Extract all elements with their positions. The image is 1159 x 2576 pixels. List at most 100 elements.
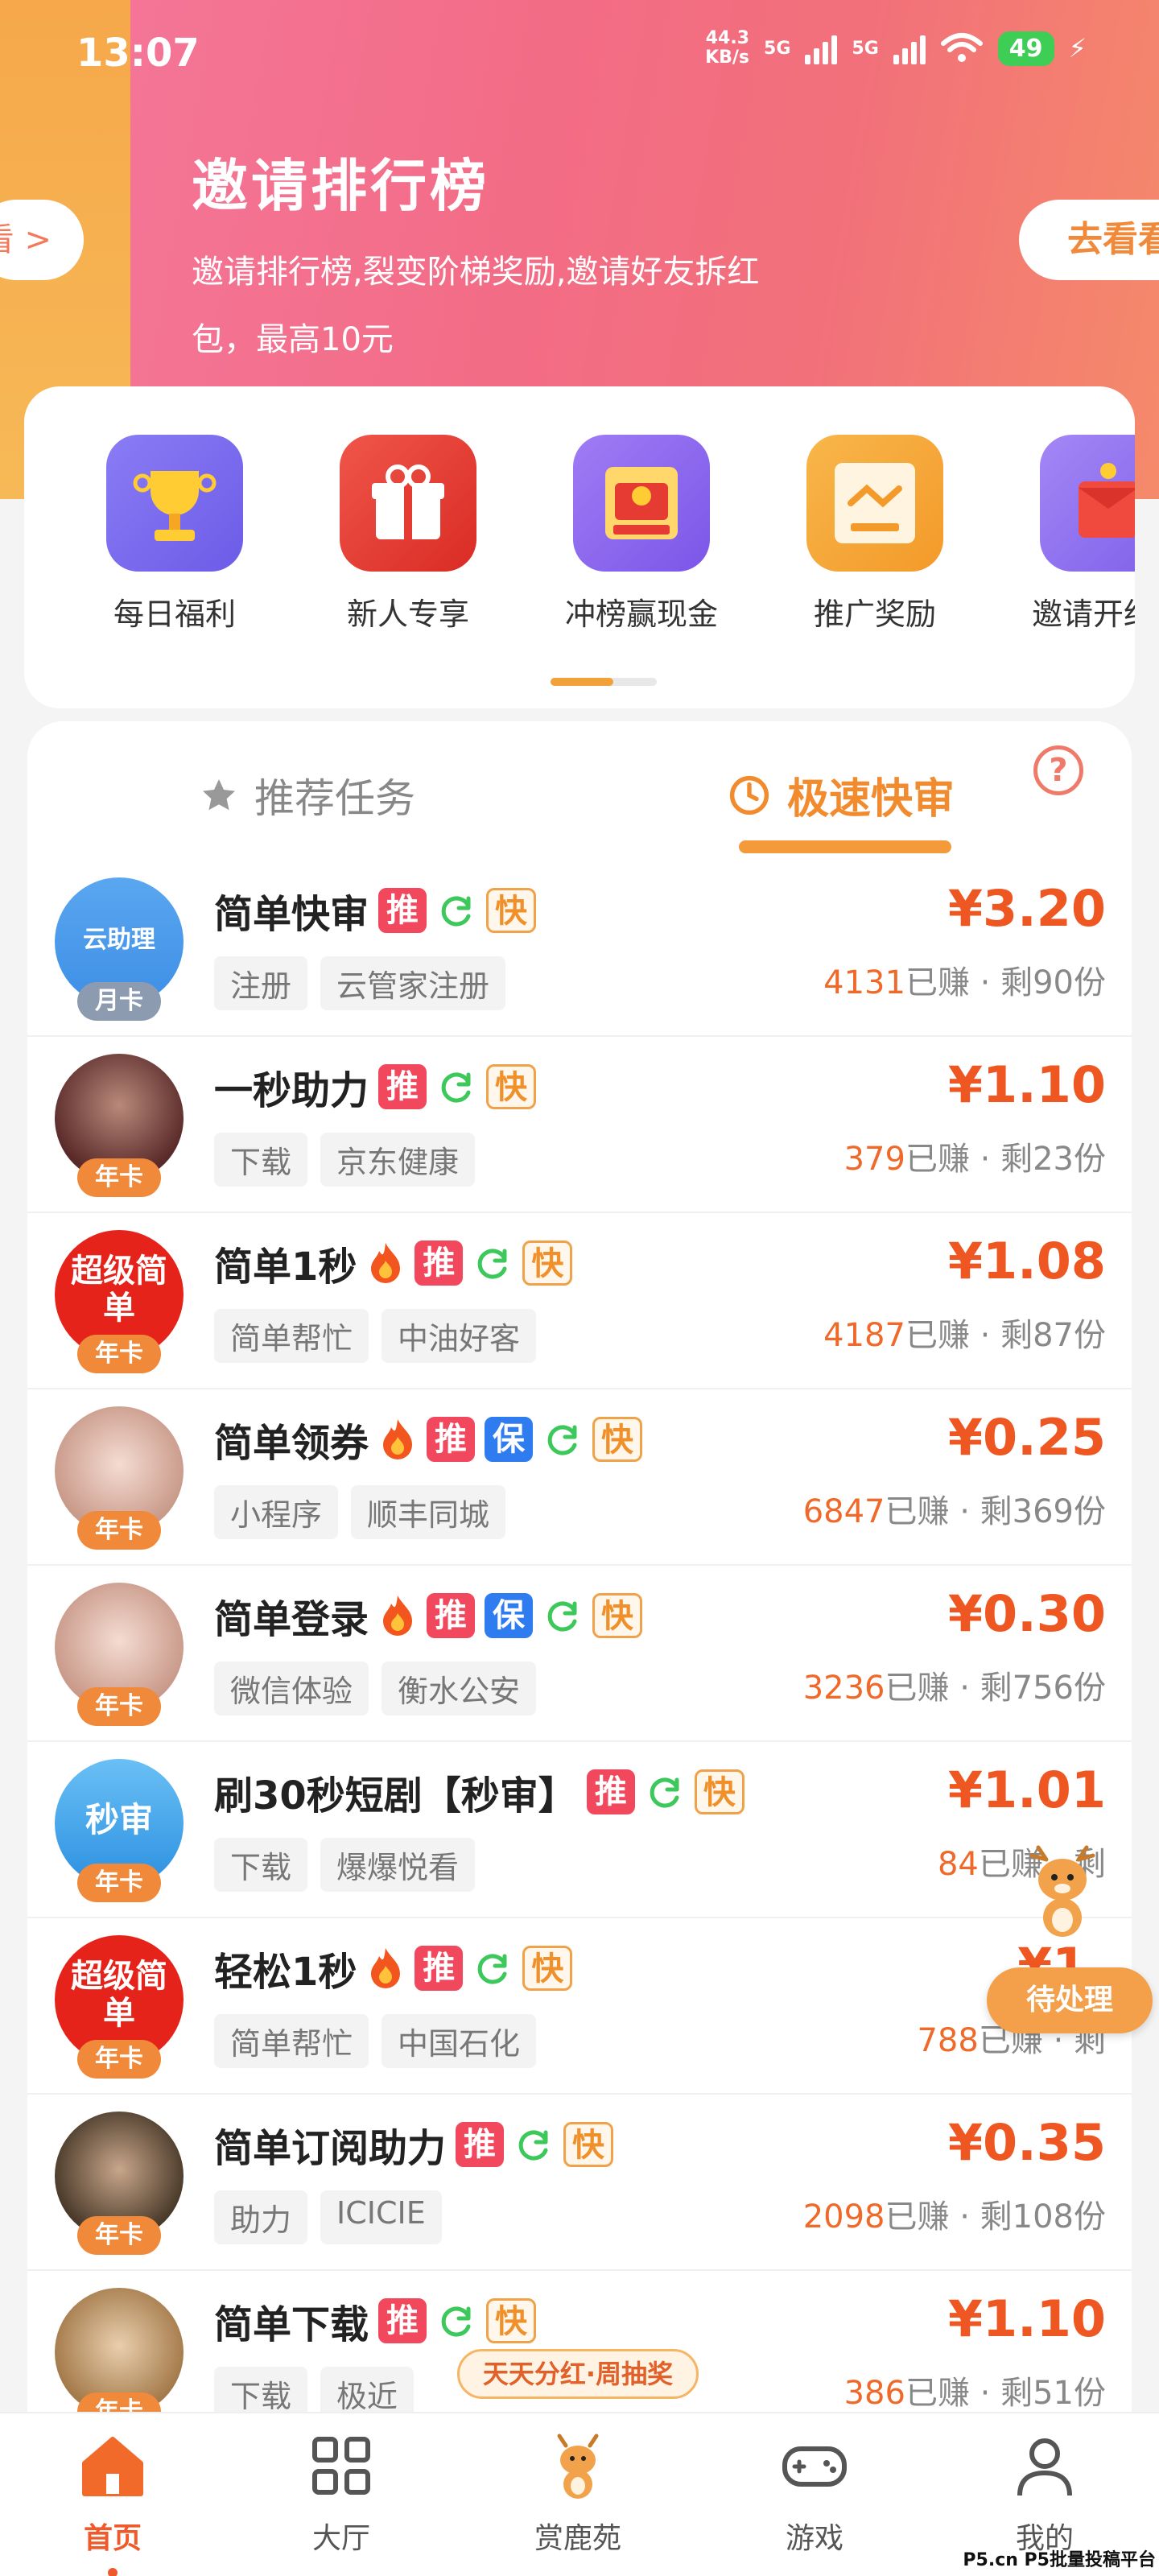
shortcut-newcomer[interactable]: 新人专享 xyxy=(307,435,509,634)
user-icon xyxy=(1017,2438,1072,2496)
task-tag: 爆爆悦看 xyxy=(320,1838,476,1892)
card-type-badge: 年卡 xyxy=(77,1158,161,1197)
task-row[interactable]: 云助理 月卡 简单快审推 快注册 云管家注册 ¥3.20 4131已赚 · 剩90份 xyxy=(27,861,1132,1037)
task-tag: 顺丰同城 xyxy=(351,1485,506,1539)
card-type-badge: 年卡 xyxy=(77,2040,161,2079)
fast-tag: 快 xyxy=(486,2298,537,2343)
task-name: 轻松1秒 xyxy=(214,1950,357,1995)
task-price: ¥1.08 xyxy=(947,1232,1106,1290)
battery-level: 49 xyxy=(997,31,1054,66)
task-price: ¥3.20 xyxy=(947,879,1106,938)
earned-count: 386 xyxy=(843,2375,905,2412)
shortcut-invite-envelope[interactable]: 邀请开红包 xyxy=(1008,435,1135,634)
task-row[interactable]: 超级简单 年卡 简单1秒 推 快简单帮忙 中油好客 ¥1.08 4187已赚 · 剩87份 xyxy=(27,1214,1132,1389)
bottom-nav: 首页 大厅 赏鹿苑 游戏 我的 P5.cn P5批量投稿平台 xyxy=(0,2412,1159,2576)
refresh-icon xyxy=(478,1954,507,1984)
task-tags: 简单帮忙 中国石化 xyxy=(214,2014,537,2068)
deer-mascot-icon[interactable] xyxy=(1022,1843,1103,1940)
remaining-count: · 剩108份 xyxy=(959,2198,1106,2235)
guarantee-tag: 保 xyxy=(485,1417,534,1462)
refresh-icon xyxy=(441,896,471,927)
refresh-icon xyxy=(547,1601,577,1632)
shortcut-promo-reward[interactable]: 推广奖励 xyxy=(774,435,975,634)
home-icon xyxy=(82,2437,143,2496)
earned-count: 4131 xyxy=(823,964,905,1001)
task-tag: 助力 xyxy=(214,2190,308,2244)
shortcut-daily-welfare[interactable]: 每日福利 xyxy=(74,435,275,634)
remaining-count: · 剩369份 xyxy=(959,1493,1106,1530)
app-screen: 13:07 44.3 KB/s 5G 5G 49 ⚡ 邀请排行榜 邀请排行榜,裂… xyxy=(0,0,1159,2576)
handshake-icon xyxy=(806,435,943,572)
task-name: 刷30秒短剧【秒审】 xyxy=(214,1773,577,1818)
task-price: ¥0.35 xyxy=(947,2113,1106,2172)
earned-count: 4187 xyxy=(823,1317,905,1354)
task-name: 简单快审 xyxy=(214,892,369,937)
nav-profile[interactable]: 我的 xyxy=(964,2429,1125,2557)
card-type-badge: 年卡 xyxy=(77,1687,161,1726)
task-title-row: 简单领券 推保 快 xyxy=(214,1411,643,1468)
task-tags: 注册 云管家注册 xyxy=(214,956,506,1010)
nav-label: 首页 xyxy=(83,2522,142,2555)
task-title-row: 简单快审推 快 xyxy=(214,882,537,939)
task-row[interactable]: 秒审 年卡 刷30秒短剧【秒审】推快下载 爆爆悦看 ¥1.01 84已赚 · 剩 xyxy=(27,1743,1132,1918)
earned-label: 已赚 xyxy=(885,1493,950,1530)
recommend-tag: 推 xyxy=(415,1946,464,1991)
recommend-tag: 推 xyxy=(427,1417,476,1462)
signal-bars-icon-2 xyxy=(893,32,926,64)
task-row[interactable]: 超级简单 年卡 轻松1秒推快简单帮忙 中国石化 ¥1. 788已赚 · 剩 xyxy=(27,1919,1132,2095)
task-title-row: 轻松1秒 推 快 xyxy=(214,1940,573,1996)
task-tag: 衡水公安 xyxy=(382,1662,537,1715)
task-tag: 简单帮忙 xyxy=(214,1309,369,1363)
earned-count: 84 xyxy=(937,1846,979,1883)
fire-icon xyxy=(383,1596,413,1636)
tab-recommended[interactable]: 推荐任务 xyxy=(200,766,415,824)
banner-prev-button[interactable]: 看 > xyxy=(0,200,84,280)
daily-dividend-promo[interactable]: 天天分红·周抽奖 xyxy=(457,2349,699,2399)
fire-icon xyxy=(371,1243,401,1283)
earned-count: 788 xyxy=(917,2022,979,2059)
remaining-count: · 剩51份 xyxy=(980,2375,1106,2412)
earned-label: 已赚 xyxy=(885,1670,950,1707)
pending-button[interactable]: 待处理 xyxy=(987,1967,1153,2033)
nav-label: 游戏 xyxy=(785,2522,843,2555)
signal-5g-label-2: 5G xyxy=(852,38,879,59)
task-row[interactable]: 年卡 简单领券 推保 快小程序 顺丰同城 ¥0.25 6847已赚 · 剩369份 xyxy=(27,1390,1132,1566)
task-stats: 2098已赚 · 剩108份 xyxy=(803,2190,1106,2237)
banner-go-see-button[interactable]: 去看看 xyxy=(1019,200,1159,280)
shortcut-strip: 每日福利 新人专享 冲榜赢现金 推广奖励 邀请开红包 xyxy=(24,386,1135,708)
remaining-count: · 剩756份 xyxy=(959,1670,1106,1707)
nav-games[interactable]: 游戏 xyxy=(734,2429,895,2557)
fast-tag: 快 xyxy=(592,1417,643,1462)
task-price: ¥0.25 xyxy=(947,1408,1106,1467)
task-stats: 3236已赚 · 剩756份 xyxy=(803,1662,1106,1708)
task-row[interactable]: 年卡 一秒助力推 快下载 京东健康 ¥1.10 379已赚 · 剩23份 xyxy=(27,1038,1132,1213)
help-icon[interactable]: ? xyxy=(1033,745,1083,795)
tab-fast-review[interactable]: 极速快审 xyxy=(728,765,955,825)
task-price: ¥0.30 xyxy=(947,1584,1106,1643)
task-name: 一秒助力 xyxy=(214,1068,369,1113)
task-row[interactable]: 年卡 简单登录 推保 快微信体验 衡水公安 ¥0.30 3236已赚 · 剩756份 xyxy=(27,1567,1132,1742)
task-price: ¥1.10 xyxy=(947,1055,1106,1114)
avatar-text: 超级简单 xyxy=(71,1958,167,2032)
task-tag: 下载 xyxy=(214,1838,308,1892)
task-tag: ICICIE xyxy=(320,2190,442,2244)
remaining-count: · 剩90份 xyxy=(980,964,1106,1001)
fire-icon xyxy=(371,1948,401,1988)
nav-hall[interactable]: 大厅 xyxy=(261,2429,422,2557)
fast-tag: 快 xyxy=(592,1593,643,1638)
task-tags: 助力 ICICIE xyxy=(214,2190,442,2244)
guarantee-tag: 保 xyxy=(485,1593,534,1638)
gift-icon xyxy=(340,435,476,572)
fast-tag: 快 xyxy=(694,1769,744,1814)
nav-home[interactable]: 首页 xyxy=(32,2429,193,2576)
refresh-icon xyxy=(547,1425,577,1455)
task-tags: 微信体验 衡水公安 xyxy=(214,1662,537,1715)
earned-label: 已赚 xyxy=(885,2198,950,2235)
fast-tag: 快 xyxy=(522,1946,573,1991)
wifi-icon xyxy=(940,33,983,62)
nav-deer-garden[interactable]: 赏鹿苑 xyxy=(497,2429,658,2557)
avatar-text: 云助理 xyxy=(83,926,155,954)
task-stats: 6847已赚 · 剩369份 xyxy=(803,1485,1106,1532)
shortcut-rank-cash[interactable]: 冲榜赢现金 xyxy=(541,435,742,634)
task-row[interactable]: 年卡 简单订阅助力推 快助力 ICICIE ¥0.35 2098已赚 · 剩108份 xyxy=(27,2095,1132,2271)
